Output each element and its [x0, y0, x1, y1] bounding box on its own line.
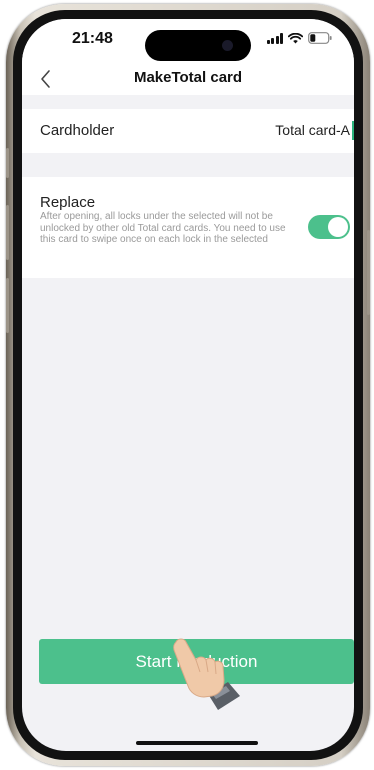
camera-icon — [222, 40, 233, 51]
replace-title: Replace — [40, 194, 96, 211]
wifi-icon — [288, 32, 303, 44]
phone-volume-up-button — [6, 205, 9, 260]
status-bar: 21:48 — [22, 19, 354, 63]
dynamic-island — [145, 30, 251, 61]
toggle-knob — [328, 217, 348, 237]
phone-power-button — [367, 230, 370, 315]
page-title: MakeTotal card — [133, 69, 243, 86]
phone-volume-down-button — [6, 278, 9, 333]
navigation-bar: MakeTotal card — [22, 63, 354, 95]
home-indicator — [136, 741, 258, 745]
start-production-button[interactable]: Start Production — [39, 639, 354, 684]
replace-toggle[interactable] — [308, 215, 350, 239]
phone-side-button — [6, 148, 9, 178]
cardholder-row: Cardholder — [22, 109, 354, 153]
battery-icon — [308, 32, 332, 44]
replace-row: Replace After opening, all locks under t… — [22, 177, 354, 278]
signal-icon — [266, 32, 283, 44]
cardholder-label: Cardholder — [40, 122, 115, 139]
text-cursor — [352, 121, 354, 140]
status-time: 21:48 — [72, 30, 113, 47]
app-screen: 21:48 MakeTotal card Cardholder Total ca… — [22, 19, 354, 751]
replace-description: After opening, all locks under the selec… — [40, 211, 286, 245]
cardholder-input[interactable] — [200, 122, 350, 138]
status-icons — [266, 32, 333, 44]
